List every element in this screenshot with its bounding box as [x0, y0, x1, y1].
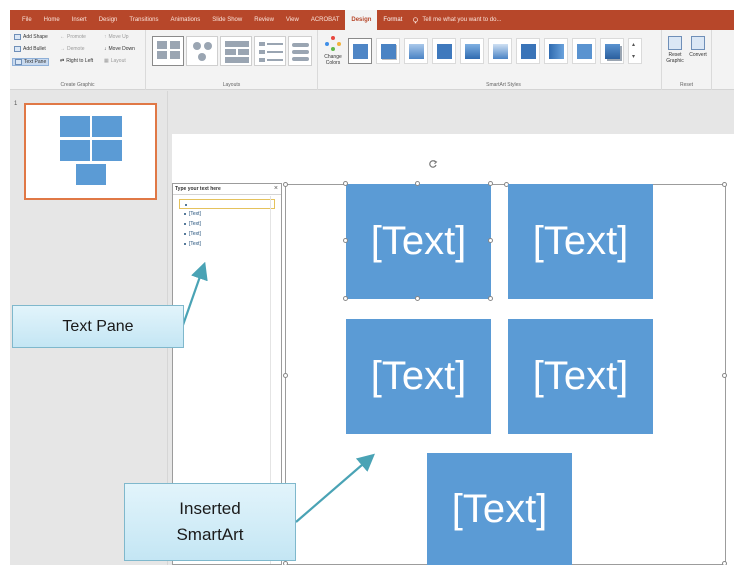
- callout-text-pane-label: Text Pane: [62, 317, 134, 335]
- smartart-arrow: [295, 453, 375, 523]
- annotation-arrows: [181, 261, 375, 523]
- callout-inserted-smartart: Inserted SmartArt: [124, 483, 296, 561]
- callout-text-pane: Text Pane: [12, 305, 184, 348]
- text-pane-arrow: [181, 261, 208, 326]
- callout-inserted-line2: SmartArt: [176, 525, 244, 544]
- callout-inserted-line1: Inserted: [179, 499, 241, 518]
